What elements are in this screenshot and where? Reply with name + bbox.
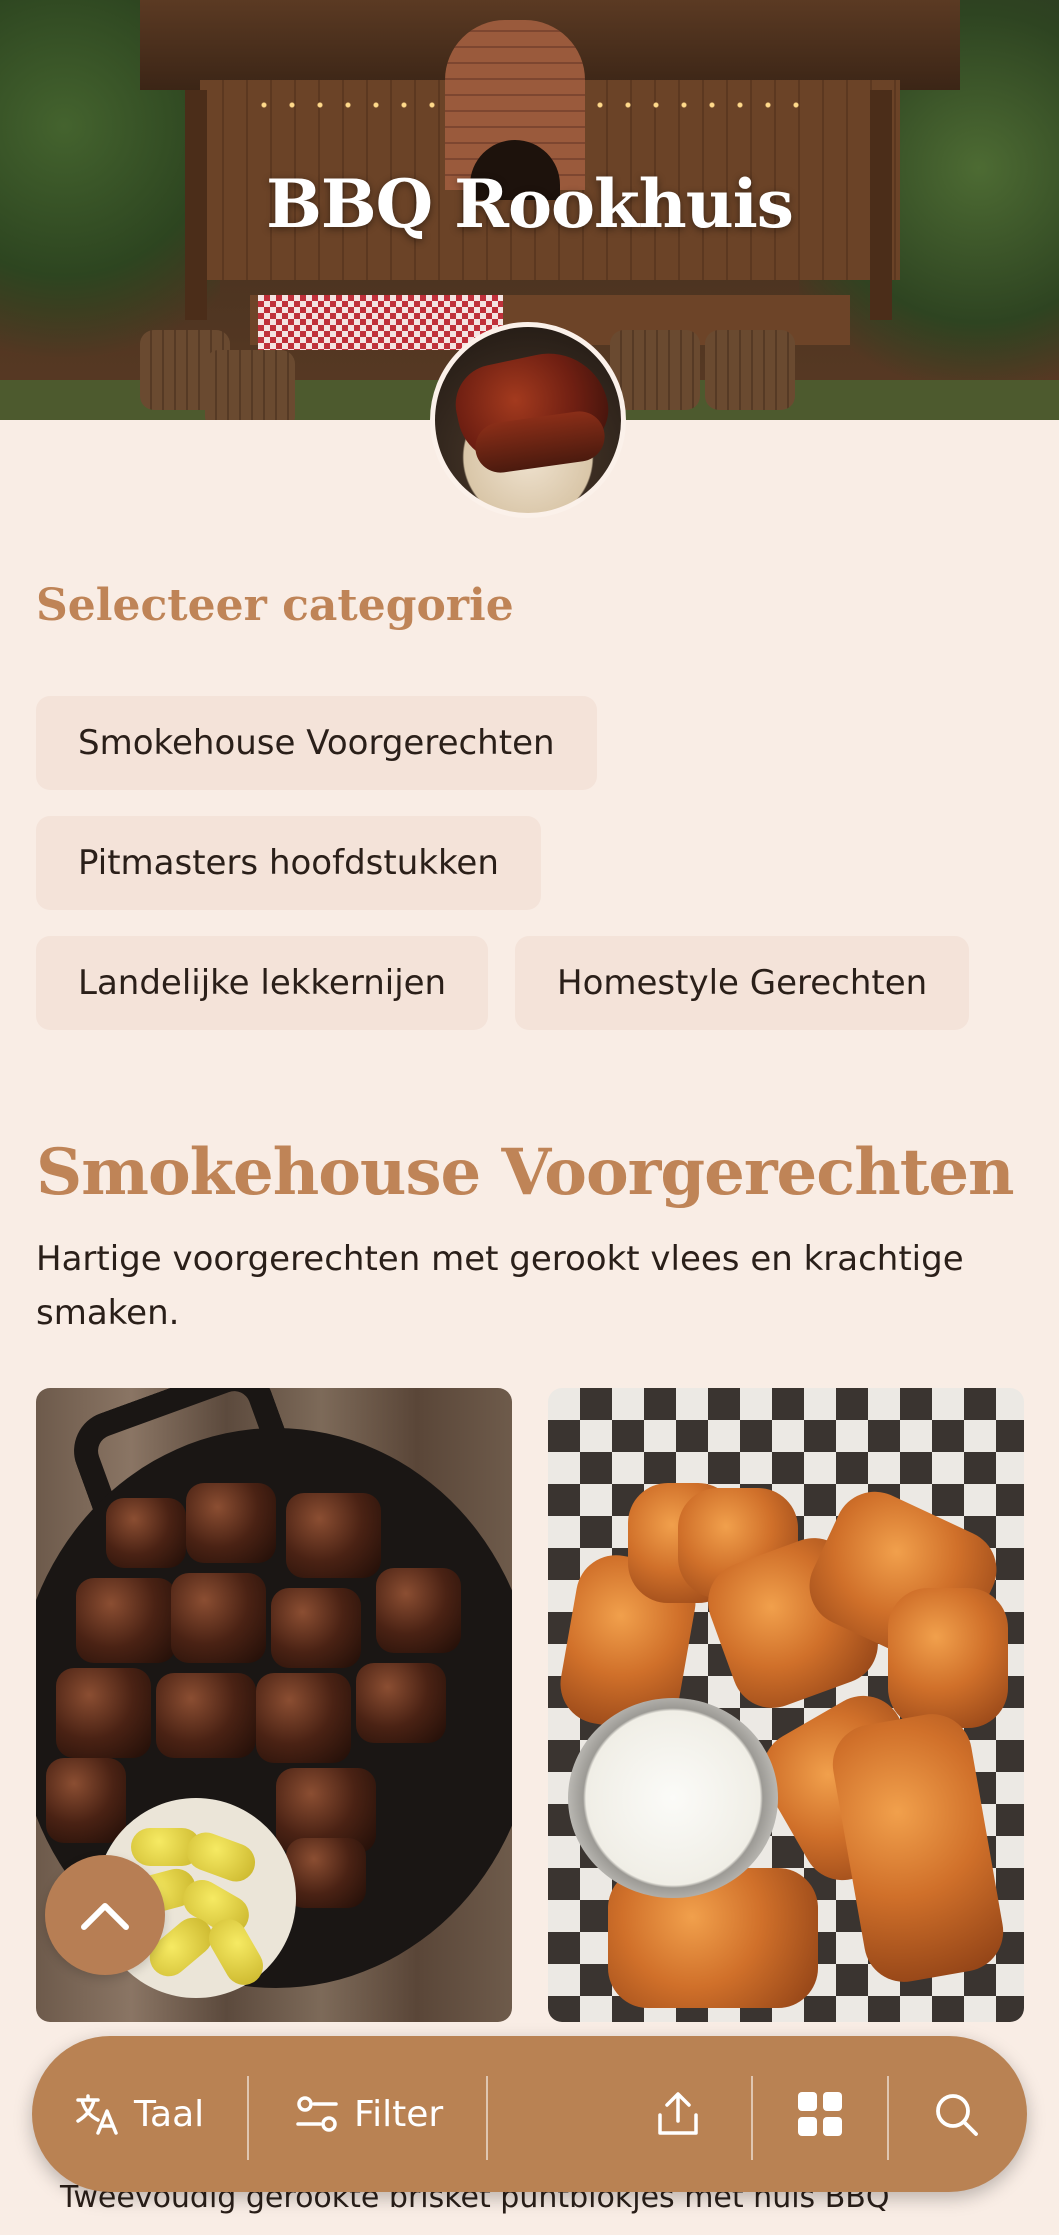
category-chip-smokehouse[interactable]: Smokehouse Voorgerechten [36, 696, 597, 790]
bottom-navigation-bar: Taal Filter [32, 2036, 1027, 2192]
language-button[interactable]: Taal [74, 2036, 204, 2192]
category-chip-landelijke[interactable]: Landelijke lekkernijen [36, 936, 489, 1030]
category-selector-heading: Selecteer categorie [36, 580, 514, 631]
scroll-to-top-button[interactable] [45, 1855, 165, 1975]
share-icon [658, 2092, 698, 2135]
category-chip-homestyle[interactable]: Homestyle Gerechten [515, 936, 970, 1030]
product-image-chicken-wings[interactable] [548, 1388, 1024, 2022]
chevron-up-icon [81, 1903, 129, 1930]
translate-icon [76, 2094, 118, 2135]
filter-label: Filter [354, 2093, 444, 2135]
search-icon [936, 2094, 978, 2136]
share-button[interactable] [654, 2036, 702, 2192]
category-chip-pitmasters[interactable]: Pitmasters hoofdstukken [36, 816, 541, 910]
category-description: Hartige voorgerechten met gerookt vlees … [36, 1239, 964, 1333]
restaurant-logo [430, 322, 626, 518]
search-button[interactable] [932, 2036, 980, 2192]
grid-view-button[interactable] [796, 2036, 844, 2192]
category-title: Smokehouse Voorgerechten [36, 1135, 1015, 1210]
language-label: Taal [134, 2093, 205, 2135]
filter-button[interactable]: Filter [294, 2036, 443, 2192]
grid-icon [798, 2092, 842, 2136]
filter-icon [296, 2096, 338, 2132]
restaurant-title: BBQ Rookhuis [266, 165, 794, 243]
